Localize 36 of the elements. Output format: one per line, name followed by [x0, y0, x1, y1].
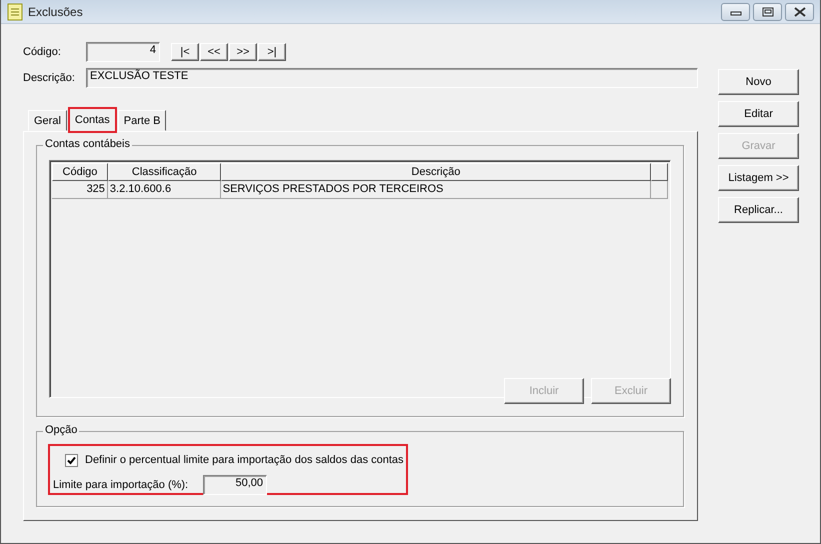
navigation-button[interactable]: |<: [171, 43, 199, 61]
checkbox-label: Definir o percentual limite para importação dos saldos das contas: [85, 454, 404, 466]
close-icon: [794, 6, 806, 16]
column-header[interactable]: Classificação: [108, 163, 221, 181]
navigation-button[interactable]: >|: [258, 43, 286, 61]
column-header[interactable]: Código: [52, 163, 108, 181]
table-cell: SERVIÇOS PRESTADOS POR TERCEIROS: [220, 181, 652, 199]
column-header[interactable]: Descrição: [220, 163, 652, 181]
restore-icon: [762, 6, 774, 16]
table-cell: [651, 181, 668, 199]
action-button[interactable]: Editar: [718, 101, 799, 127]
column-header: [651, 163, 668, 181]
code-field[interactable]: 4: [86, 42, 160, 62]
group-title: Contas contábeis: [43, 138, 132, 150]
field-label: Código:: [23, 46, 62, 58]
navigation-button[interactable]: <<: [200, 43, 228, 61]
tab[interactable]: Parte B: [118, 110, 166, 131]
table-cell: 325: [52, 181, 108, 199]
field-label: Limite para importação (%):: [53, 479, 190, 491]
minimize-button[interactable]: [721, 2, 750, 20]
maximize-button[interactable]: [753, 2, 782, 20]
checkbox[interactable]: [65, 454, 78, 466]
description-field[interactable]: EXCLUSÃO TESTE: [86, 68, 698, 88]
tab[interactable]: Geral: [28, 110, 67, 131]
action-button[interactable]: Listagem >>: [718, 165, 799, 191]
table-cell: 3.2.10.600.6: [108, 181, 221, 199]
navigation-button[interactable]: >>: [229, 43, 257, 61]
notepad-icon: [7, 2, 23, 20]
field-label: Descrição:: [23, 72, 76, 84]
action-button[interactable]: Replicar...: [718, 197, 799, 223]
group-title: Opção: [43, 424, 80, 436]
tab[interactable]: Contas: [68, 108, 116, 132]
close-button[interactable]: [785, 2, 814, 20]
limit-field[interactable]: 50,00: [203, 475, 267, 495]
window-title: Exclusões: [28, 4, 84, 18]
action-button[interactable]: Novo: [718, 69, 799, 95]
